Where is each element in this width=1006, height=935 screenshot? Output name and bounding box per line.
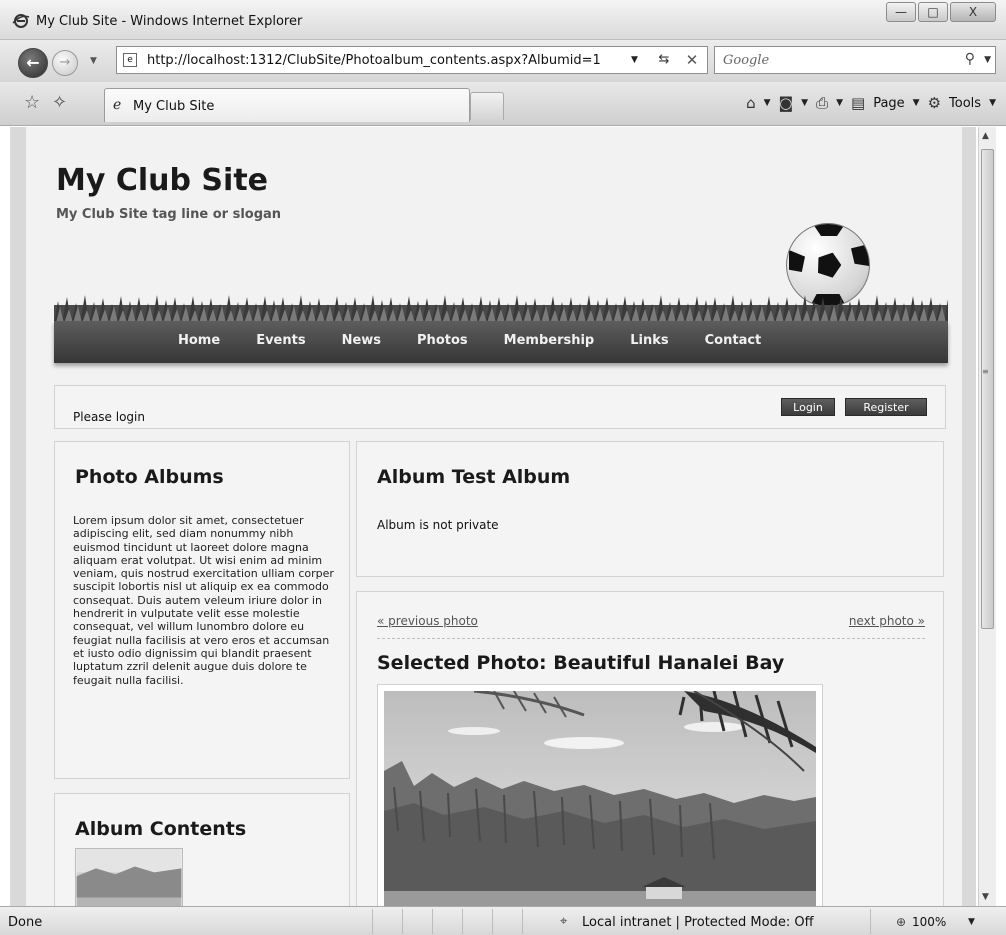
search-dropdown-icon[interactable]: ▼ <box>984 55 991 65</box>
tools-menu[interactable]: Tools <box>949 96 981 111</box>
feeds-icon[interactable]: ◙ <box>779 94 794 112</box>
zoom-level[interactable]: 100% <box>912 915 946 929</box>
search-input[interactable]: Google ⚲ ▼ <box>714 46 996 74</box>
nav-item-links[interactable]: Links <box>630 333 668 348</box>
search-icon[interactable]: ⚲ <box>965 51 975 67</box>
page-icon: e <box>123 53 137 67</box>
nav-item-contact[interactable]: Contact <box>705 333 762 348</box>
selected-photo-panel: « previous photo next photo » Selected P… <box>356 591 944 906</box>
history-dropdown-icon[interactable]: ▼ <box>90 56 97 66</box>
login-button[interactable]: Login <box>781 398 835 416</box>
nav-item-photos[interactable]: Photos <box>417 333 468 348</box>
nav-item-membership[interactable]: Membership <box>504 333 595 348</box>
previous-photo-link[interactable]: « previous photo <box>377 614 478 628</box>
window-title: My Club Site - Windows Internet Explorer <box>36 14 303 29</box>
album-info-panel: Album Test Album Album is not private <box>356 441 944 577</box>
window-titlebar: My Club Site - Windows Internet Explorer… <box>0 0 1006 40</box>
album-privacy-text: Album is not private <box>377 518 499 532</box>
site-title: My Club Site <box>56 163 269 198</box>
status-divider <box>870 909 871 934</box>
page-menu-icon: ▤ <box>851 94 866 112</box>
back-button[interactable]: ← <box>18 48 48 78</box>
tab-ie-icon: ℯ <box>113 97 122 113</box>
window-controls: — □ X <box>886 2 996 22</box>
feeds-dropdown-icon[interactable]: ▼ <box>801 98 808 108</box>
scroll-up-icon[interactable]: ▲ <box>982 131 989 141</box>
login-message: Please login <box>73 410 145 424</box>
status-sections <box>372 909 552 934</box>
site-tagline: My Club Site tag line or slogan <box>56 207 282 222</box>
selected-photo-heading: Selected Photo: Beautiful Hanalei Bay <box>377 652 785 674</box>
nav-item-news[interactable]: News <box>342 333 381 348</box>
ie-logo-icon <box>12 14 30 28</box>
register-button[interactable]: Register <box>845 398 927 416</box>
album-thumbnail[interactable] <box>75 848 183 906</box>
photo-albums-heading: Photo Albums <box>75 466 224 488</box>
scroll-down-icon[interactable]: ▼ <box>982 892 989 902</box>
forward-button[interactable]: → <box>52 50 78 76</box>
status-bar: Done ⌖ Local intranet | Protected Mode: … <box>0 906 1006 935</box>
album-heading: Album Test Album <box>377 466 571 488</box>
photo-frame <box>377 684 823 906</box>
album-contents-panel: Album Contents <box>54 793 350 906</box>
grass-banner-image <box>54 295 948 323</box>
search-placeholder: Google <box>723 53 770 68</box>
main-navigation: Home Events News Photos Membership Links… <box>54 321 948 363</box>
address-toolbar: ← → ▼ e http://localhost:1312/ClubSite/P… <box>0 40 1006 82</box>
hanalei-bay-photo[interactable] <box>384 691 816 906</box>
nav-item-events[interactable]: Events <box>256 333 305 348</box>
next-photo-link[interactable]: next photo » <box>849 614 925 628</box>
tools-dropdown-icon[interactable]: ▼ <box>989 98 996 108</box>
address-url[interactable]: http://localhost:1312/ClubSite/Photoalbu… <box>147 53 601 68</box>
add-favorites-icon[interactable]: ✧ <box>52 92 67 113</box>
login-bar: Please login Login Register <box>54 385 946 429</box>
home-dropdown-icon[interactable]: ▼ <box>764 98 771 108</box>
status-text: Done <box>8 915 43 930</box>
divider <box>377 638 925 639</box>
page-viewport: My Club Site My Club Site tag line or sl… <box>10 127 976 906</box>
close-button[interactable]: X <box>950 2 996 22</box>
address-dropdown-icon[interactable]: ▼ <box>631 55 638 65</box>
command-bar: ⌂ ▼ ◙ ▼ ⎙ ▼ ▤ Page ▼ ⚙ Tools ▼ <box>746 94 996 112</box>
tab-label: My Club Site <box>133 99 215 114</box>
forward-arrow-icon: → <box>59 55 71 70</box>
new-tab-button[interactable] <box>470 92 504 120</box>
vertical-scrollbar[interactable]: ▲ ≡ ▼ <box>978 127 996 906</box>
stop-icon[interactable]: ✕ <box>679 49 705 71</box>
favorites-star-icon[interactable]: ☆ <box>24 92 40 113</box>
minimize-button[interactable]: — <box>886 2 916 22</box>
zoom-dropdown-icon[interactable]: ▼ <box>968 917 975 927</box>
photo-albums-panel: Photo Albums Lorem ipsum dolor sit amet,… <box>54 441 350 779</box>
home-icon[interactable]: ⌂ <box>746 94 756 112</box>
address-field[interactable]: e http://localhost:1312/ClubSite/Photoal… <box>116 46 708 74</box>
gear-icon: ⚙ <box>927 94 942 112</box>
album-contents-heading: Album Contents <box>75 818 247 840</box>
nav-item-home[interactable]: Home <box>178 333 220 348</box>
security-zone[interactable]: Local intranet | Protected Mode: Off <box>582 915 814 930</box>
nav-items: Home Events News Photos Membership Links… <box>178 333 761 348</box>
page-dropdown-icon[interactable]: ▼ <box>913 98 920 108</box>
tab-my-club-site[interactable]: ℯ My Club Site <box>104 88 470 122</box>
tab-toolbar: ☆ ✧ ℯ My Club Site ⌂ ▼ ◙ ▼ ⎙ ▼ ▤ Page ▼ ⚙ To… <box>0 82 1006 126</box>
club-site-page: My Club Site My Club Site tag line or sl… <box>26 127 962 906</box>
print-icon[interactable]: ⎙ <box>816 94 828 112</box>
intranet-zone-icon: ⌖ <box>560 914 568 929</box>
maximize-button[interactable]: □ <box>918 2 948 22</box>
photo-albums-text: Lorem ipsum dolor sit amet, consectetuer… <box>73 514 334 687</box>
scroll-grip-icon: ≡ <box>982 367 989 376</box>
page-menu[interactable]: Page <box>873 96 904 111</box>
zoom-icon: ⊕ <box>896 915 907 929</box>
refresh-icon[interactable]: ⇆ <box>651 49 677 71</box>
print-dropdown-icon[interactable]: ▼ <box>836 98 843 108</box>
scroll-thumb[interactable] <box>981 149 994 629</box>
back-arrow-icon: ← <box>26 53 40 72</box>
